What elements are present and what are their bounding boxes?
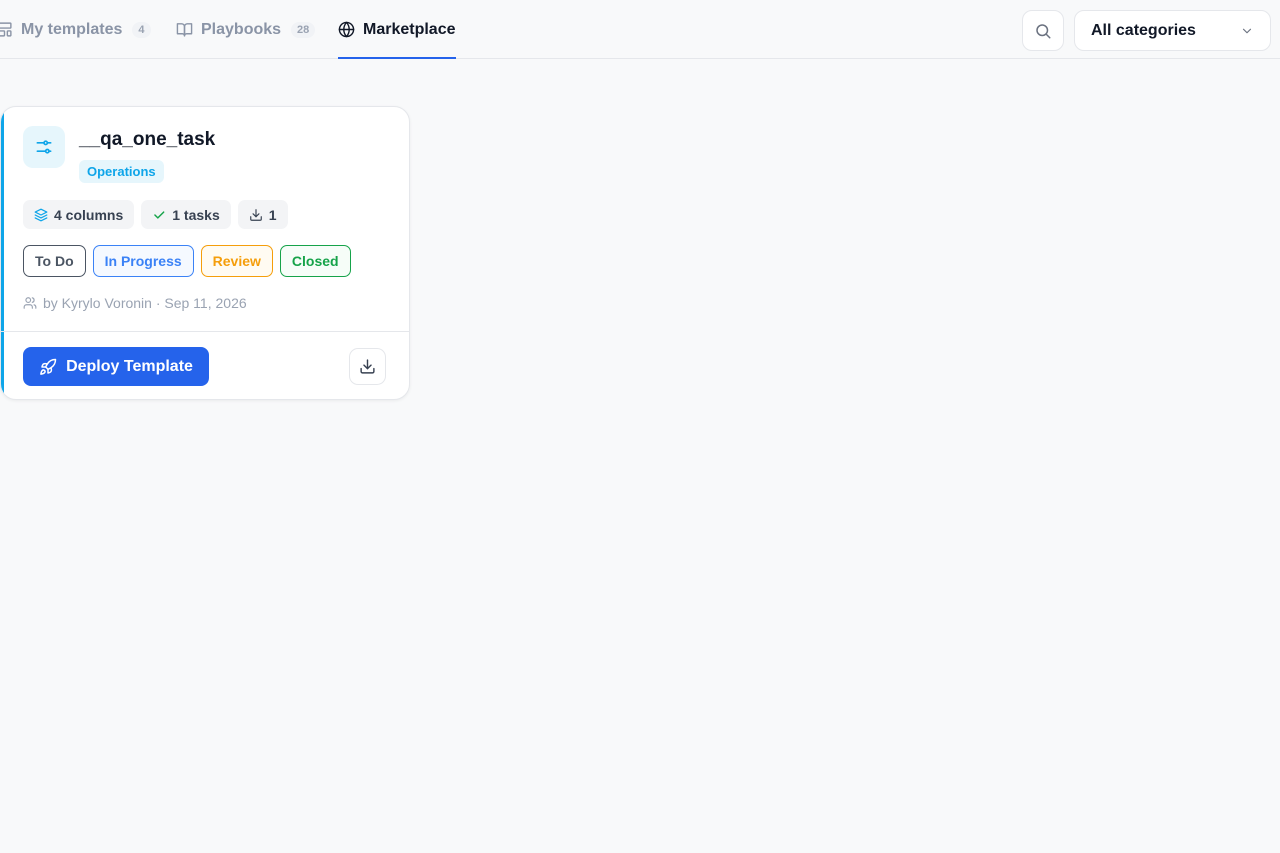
stat-downloads: 1 <box>237 200 288 229</box>
template-icon-tile <box>23 126 65 168</box>
stat-tasks: 1 tasks <box>141 200 231 229</box>
stat-tasks-label: 1 tasks <box>172 206 220 223</box>
download-icon <box>249 208 262 221</box>
tab-my-templates[interactable]: My templates 4 <box>0 0 151 59</box>
column-pill-review: Review <box>200 245 273 277</box>
search-button[interactable] <box>1022 10 1064 51</box>
card-divider <box>1 331 409 332</box>
column-pill-to-do: To Do <box>23 245 86 277</box>
stat-columns-label: 4 columns <box>54 206 124 223</box>
category-badge: Operations <box>79 160 164 183</box>
tab-my-templates-count: 4 <box>132 21 151 38</box>
rocket-icon <box>40 358 57 375</box>
tab-marketplace[interactable]: Marketplace <box>338 0 456 59</box>
sliders-icon <box>36 140 52 154</box>
column-pill-closed: Closed <box>279 245 351 277</box>
download-template-button[interactable] <box>349 348 386 385</box>
tab-playbooks-label: Playbooks <box>201 20 282 38</box>
deploy-template-button[interactable]: Deploy Template <box>23 347 209 386</box>
tab-my-templates-label: My templates <box>21 20 123 38</box>
layout-template-icon <box>0 22 12 37</box>
card-accent-bar <box>1 107 4 399</box>
layers-icon <box>34 208 48 221</box>
template-meta: by Kyrylo Voronin · Sep 11, 2026 <box>23 295 247 311</box>
book-open-icon <box>176 23 193 37</box>
top-tab-bar: My templates 4 Playbooks 28 Marketplace … <box>0 0 1280 59</box>
deploy-template-label: Deploy Template <box>66 357 193 375</box>
tab-playbooks[interactable]: Playbooks 28 <box>176 0 316 59</box>
column-pill-in-progress: In Progress <box>92 245 194 277</box>
download-icon <box>360 359 375 374</box>
check-icon <box>154 210 165 219</box>
tab-marketplace-label: Marketplace <box>363 20 456 38</box>
users-icon <box>23 297 37 309</box>
template-card: __qa_one_task Operations 4 columns 1 tas… <box>0 106 410 400</box>
column-list: To Do In Progress Review Closed <box>23 245 351 277</box>
template-stats: 4 columns 1 tasks 1 <box>23 200 288 229</box>
stat-downloads-label: 1 <box>268 206 277 223</box>
template-title[interactable]: __qa_one_task <box>79 129 215 151</box>
category-select-value: All categories <box>1091 21 1196 39</box>
category-select[interactable]: All categories <box>1074 10 1271 51</box>
globe-icon <box>338 21 355 38</box>
search-icon <box>1036 23 1051 38</box>
chevron-down-icon <box>1242 28 1252 33</box>
tab-playbooks-count: 28 <box>291 21 316 38</box>
template-author-date: by Kyrylo Voronin · Sep 11, 2026 <box>43 295 247 311</box>
stat-columns: 4 columns <box>23 200 135 229</box>
